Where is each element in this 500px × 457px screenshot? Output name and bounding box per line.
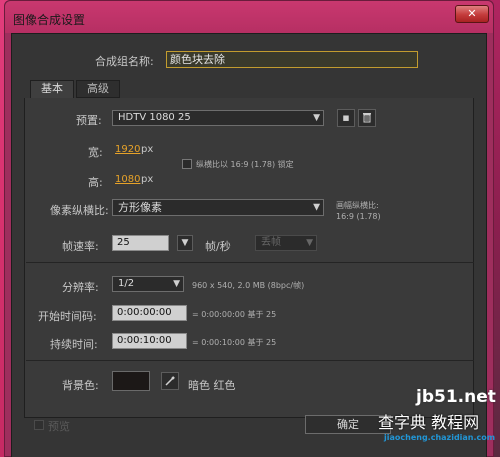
chevron-down-icon: ▼: [181, 238, 189, 248]
start-timecode-info: = 0:00:00:00 基于 25: [192, 310, 277, 319]
section-divider: [26, 262, 474, 263]
frame-aspect-label: 画幅纵横比:: [336, 201, 379, 210]
pixel-aspect-value: 方形像素: [118, 201, 162, 214]
lock-ratio-label: 纵横比以 16:9 (1.78) 锁定: [196, 160, 294, 169]
chevron-down-icon: ▼: [313, 113, 320, 123]
tab-basic-label: 基本: [41, 82, 63, 95]
width-label: 宽:: [88, 146, 103, 159]
frame-rate-unit: 帧/秒: [205, 240, 231, 253]
watermark-site: jb51.net: [416, 387, 496, 407]
delete-preset-icon: [363, 113, 371, 123]
preview-label: 预览: [48, 420, 70, 433]
background-color-name: 暗色 红色: [188, 379, 236, 392]
dialog-title: 图像合成设置: [13, 13, 86, 27]
preset-select[interactable]: HDTV 1080 25 ▼: [112, 110, 324, 126]
frame-rate-input[interactable]: 25: [112, 235, 169, 251]
comp-name-label: 合成组名称:: [95, 55, 154, 68]
delete-preset-button[interactable]: [358, 109, 376, 127]
preset-label: 预置:: [76, 114, 102, 127]
resolution-label: 分辨率:: [62, 281, 99, 294]
eyedropper-icon: [165, 376, 175, 386]
drop-frame-value: 丢帧: [261, 237, 281, 248]
start-timecode-label: 开始时间码:: [38, 310, 97, 323]
eyedropper-button[interactable]: [161, 372, 179, 390]
resolution-info: 960 x 540, 2.0 MB (8bpc/帧): [192, 281, 305, 290]
duration-label: 持续时间:: [50, 338, 98, 351]
frame-aspect-value: 16:9 (1.78): [336, 212, 381, 221]
tab-basic[interactable]: 基本: [30, 80, 74, 98]
drop-frame-select: 丢帧 ▼: [255, 235, 317, 251]
frame-rate-dropdown[interactable]: ▼: [177, 235, 193, 251]
close-button[interactable]: ✕: [455, 5, 489, 23]
preset-value: HDTV 1080 25: [118, 112, 191, 123]
start-timecode-input[interactable]: 0:00:00:00: [112, 305, 187, 321]
resolution-value: 1/2: [118, 278, 135, 289]
height-label: 高:: [88, 176, 103, 189]
pixel-aspect-label: 像素纵横比:: [50, 204, 109, 217]
background-color-label: 背景色:: [62, 379, 99, 392]
width-unit: px: [141, 144, 154, 155]
pixel-aspect-select[interactable]: 方形像素 ▼: [112, 199, 324, 216]
lock-ratio-checkbox[interactable]: [182, 159, 192, 169]
site-watermark: jb51.net 查字典 教程网 jiaocheng.chazidian.com: [350, 387, 500, 457]
height-value[interactable]: 1080: [115, 174, 140, 185]
frame-rate-label: 帧速率:: [62, 240, 99, 253]
save-preset-button[interactable]: ▪: [337, 109, 355, 127]
watermark-text: 查字典 教程网: [378, 413, 480, 432]
tab-advanced[interactable]: 高级: [76, 80, 120, 98]
chevron-down-icon: ▼: [313, 202, 320, 212]
comp-name-input[interactable]: 颜色块去除: [166, 51, 418, 68]
resolution-select[interactable]: 1/2 ▼: [112, 276, 184, 292]
title-bar[interactable]: 图像合成设置 ✕: [5, 1, 493, 33]
height-unit: px: [141, 174, 154, 185]
chevron-down-icon: ▼: [173, 279, 180, 289]
watermark-url: jiaocheng.chazidian.com: [384, 433, 496, 442]
duration-input[interactable]: 0:00:10:00: [112, 333, 187, 349]
tab-advanced-label: 高级: [87, 82, 109, 95]
duration-info: = 0:00:10:00 基于 25: [192, 338, 277, 347]
section-divider: [26, 360, 474, 361]
chevron-down-icon: ▼: [306, 238, 313, 248]
preview-checkbox[interactable]: [34, 420, 44, 430]
width-value[interactable]: 1920: [115, 144, 140, 155]
save-preset-icon: ▪: [342, 111, 350, 124]
background-color-swatch[interactable]: [112, 371, 150, 391]
